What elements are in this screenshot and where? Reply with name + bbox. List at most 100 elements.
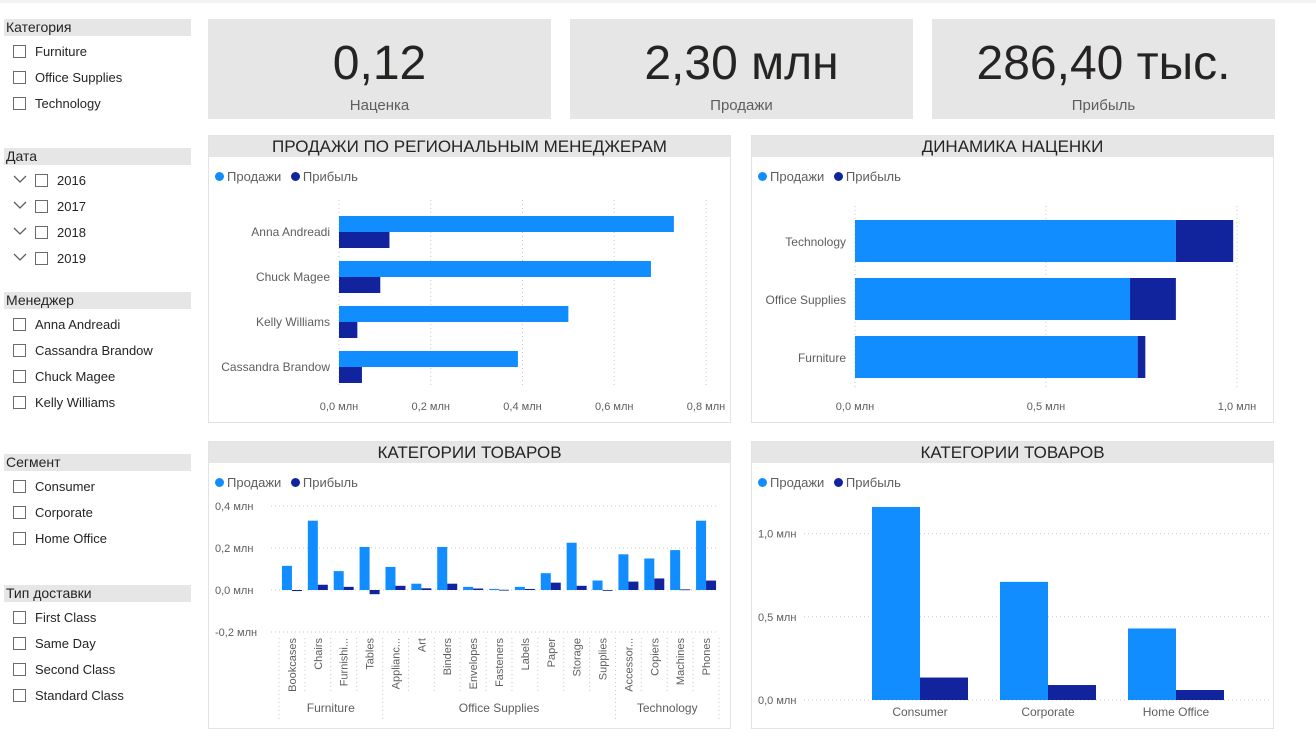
slicer-item-technology[interactable]: Technology xyxy=(4,91,191,117)
bar-sales-cassandra-brandow[interactable] xyxy=(339,351,518,367)
bar-profit-paper[interactable] xyxy=(550,582,561,590)
bar-profit-applianc[interactable] xyxy=(395,585,406,590)
chart-sales-by-manager[interactable]: ПРОДАЖИ ПО РЕГИОНАЛЬНЫМ МЕНЕДЖЕРАМ Прода… xyxy=(208,135,731,423)
slicer-item-first-class[interactable]: First Class xyxy=(4,605,191,631)
bar-profit-anna-andreadi[interactable] xyxy=(339,232,390,248)
chevron-down-icon[interactable] xyxy=(13,252,27,262)
bar-sales-supplies[interactable] xyxy=(592,580,603,590)
bar-sales-applianc[interactable] xyxy=(385,566,396,590)
bar-profit-machines[interactable] xyxy=(680,589,691,591)
bar-profit-office-supplies[interactable] xyxy=(1130,278,1176,320)
bar-profit-furniture[interactable] xyxy=(1137,336,1146,378)
bar-sales-phones[interactable] xyxy=(696,520,707,590)
bar-sales-binders[interactable] xyxy=(437,546,448,590)
slicer-item-cassandra-brandow[interactable]: Cassandra Brandow xyxy=(4,338,191,364)
slicer-item-anna-andreadi[interactable]: Anna Andreadi xyxy=(4,312,191,338)
slicer-item-2017[interactable]: 2017 xyxy=(4,194,191,220)
checkbox[interactable] xyxy=(13,344,26,357)
bar-sales-envelopes[interactable] xyxy=(463,586,474,590)
bar-sales-paper[interactable] xyxy=(540,573,551,590)
bar-sales-chuck-magee[interactable] xyxy=(339,261,651,277)
checkbox[interactable] xyxy=(35,226,48,239)
bar-sales-fasteners[interactable] xyxy=(489,588,499,590)
checkbox[interactable] xyxy=(35,200,48,213)
bar-sales-bookcases[interactable] xyxy=(281,565,292,590)
checkbox[interactable] xyxy=(13,663,26,676)
checkbox[interactable] xyxy=(13,480,26,493)
bar-profit-accessor[interactable] xyxy=(628,581,639,590)
bar-sales-technology[interactable] xyxy=(855,220,1176,262)
bar-sales-chairs[interactable] xyxy=(307,520,318,590)
kpi-card-sales[interactable]: 2,30 млн Продажи xyxy=(570,19,913,119)
bar-sales-home-office[interactable] xyxy=(1128,628,1176,700)
bar-sales-furnishi[interactable] xyxy=(333,571,344,590)
slicer-item-2016[interactable]: 2016 xyxy=(4,168,191,194)
checkbox[interactable] xyxy=(13,318,26,331)
bar-profit-binders[interactable] xyxy=(447,583,458,590)
chevron-down-icon[interactable] xyxy=(13,174,27,184)
chevron-down-icon[interactable] xyxy=(13,200,27,210)
bar-profit-furnishi[interactable] xyxy=(343,586,354,590)
bar-profit-chuck-magee[interactable] xyxy=(339,277,381,293)
bar-profit-copiers[interactable] xyxy=(654,578,665,590)
slicer-item-consumer[interactable]: Consumer xyxy=(4,474,191,500)
slicer-item-2018[interactable]: 2018 xyxy=(4,220,191,246)
bar-sales-machines[interactable] xyxy=(670,550,681,590)
bar-profit-storage[interactable] xyxy=(576,585,587,590)
checkbox[interactable] xyxy=(13,532,26,545)
checkbox[interactable] xyxy=(13,611,26,624)
slicer-item-same-day[interactable]: Same Day xyxy=(4,631,191,657)
bar-profit-phones[interactable] xyxy=(706,580,717,590)
chart-product-categories[interactable]: КАТЕГОРИИ ТОВАРОВ Продажи Прибыль -0,2 м… xyxy=(208,441,731,729)
bar-sales-furniture[interactable] xyxy=(855,336,1138,378)
bar-profit-kelly-williams[interactable] xyxy=(339,322,358,338)
bar-profit-cassandra-brandow[interactable] xyxy=(339,367,362,383)
bar-profit-supplies[interactable] xyxy=(602,590,613,591)
slicer-item-home-office[interactable]: Home Office xyxy=(4,526,191,552)
bar-sales-accessor[interactable] xyxy=(618,554,629,590)
bar-sales-art[interactable] xyxy=(411,583,422,590)
bar-profit-technology[interactable] xyxy=(1175,220,1234,262)
slicer-item-corporate[interactable]: Corporate xyxy=(4,500,191,526)
bar-profit-corporate[interactable] xyxy=(1048,685,1096,700)
chevron-down-icon[interactable] xyxy=(13,226,27,236)
slicer-item-2019[interactable]: 2019 xyxy=(4,246,191,272)
slicer-item-second-class[interactable]: Second Class xyxy=(4,657,191,683)
bar-profit-tables[interactable] xyxy=(369,590,380,595)
bar-profit-art[interactable] xyxy=(421,588,432,590)
checkbox[interactable] xyxy=(13,97,26,110)
bar-sales-corporate[interactable] xyxy=(1000,581,1048,700)
bar-sales-kelly-williams[interactable] xyxy=(339,306,569,322)
checkbox[interactable] xyxy=(13,637,26,650)
checkbox[interactable] xyxy=(13,506,26,519)
checkbox[interactable] xyxy=(13,370,26,383)
bar-profit-labels[interactable] xyxy=(524,588,535,590)
checkbox[interactable] xyxy=(35,174,48,187)
checkbox[interactable] xyxy=(13,71,26,84)
checkbox[interactable] xyxy=(13,396,26,409)
bar-sales-tables[interactable] xyxy=(359,546,370,590)
checkbox[interactable] xyxy=(13,689,26,702)
bar-sales-office-supplies[interactable] xyxy=(855,278,1131,320)
bar-sales-copiers[interactable] xyxy=(644,558,655,591)
slicer-item-kelly-williams[interactable]: Kelly Williams xyxy=(4,390,191,416)
slicer-item-office-supplies[interactable]: Office Supplies xyxy=(4,65,191,91)
slicer-item-standard-class[interactable]: Standard Class xyxy=(4,683,191,709)
checkbox[interactable] xyxy=(35,252,48,265)
bar-sales-labels[interactable] xyxy=(514,586,525,590)
bar-sales-consumer[interactable] xyxy=(872,506,920,700)
checkbox[interactable] xyxy=(13,45,26,58)
bar-profit-fasteners[interactable] xyxy=(499,589,509,591)
kpi-card-profit[interactable]: 286,40 тыс. Прибыль xyxy=(932,19,1275,119)
chart-markup-dynamics[interactable]: ДИНАМИКА НАЦЕНКИ Продажи Прибыль 0,0 млн… xyxy=(751,135,1274,423)
kpi-card-markup[interactable]: 0,12 Наценка xyxy=(208,19,551,119)
bar-profit-bookcases[interactable] xyxy=(291,590,302,592)
slicer-item-chuck-magee[interactable]: Chuck Magee xyxy=(4,364,191,390)
bar-sales-storage[interactable] xyxy=(566,542,577,590)
bar-profit-consumer[interactable] xyxy=(920,677,968,700)
chart-segments[interactable]: КАТЕГОРИИ ТОВАРОВ Продажи Прибыль 0,0 мл… xyxy=(751,441,1274,729)
bar-sales-anna-andreadi[interactable] xyxy=(339,216,674,232)
bar-profit-envelopes[interactable] xyxy=(473,588,484,590)
bar-profit-home-office[interactable] xyxy=(1176,690,1224,700)
bar-profit-chairs[interactable] xyxy=(317,584,328,590)
